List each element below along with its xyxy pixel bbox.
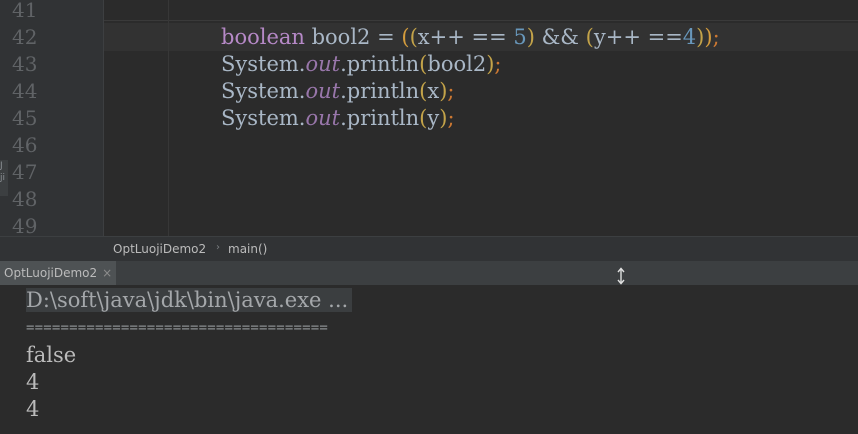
number-literal: 5 [513,25,527,49]
console-separator: =================================== [26,320,329,336]
run-console[interactable]: D:\soft\java\jdk\bin\java.exe ... ======… [0,285,858,434]
line-number: 45 [12,106,38,130]
code-method: .println [340,106,420,130]
line-number: 48 [12,187,38,211]
code-arg: y [427,106,440,130]
line-number: 41 [12,0,38,22]
semicolon: ; [494,52,502,76]
console-output-line: false [26,343,77,367]
code-line-42[interactable]: boolean bool2 = ((x++ == 5) && (y++ ==4)… [221,24,720,51]
breadcrumb-method[interactable]: main() [228,242,267,256]
code-line-44[interactable]: System.out.println(x); [221,78,455,105]
close-icon[interactable]: × [102,266,112,280]
line-number: 44 [12,79,38,103]
code-system: System. [221,79,306,103]
code-arg: bool2 [427,52,487,76]
run-tab[interactable]: OptLuojiDemo2 × [0,261,117,285]
number-literal: 4 [682,25,697,49]
paren-close-outer: ) [704,25,713,49]
code-arg: x [427,79,440,103]
code-var-decl: bool2 = [304,25,402,49]
breadcrumb: OptLuojiDemo2 › main() [0,236,858,262]
code-system: System. [221,106,306,130]
resize-cursor-icon [617,267,625,285]
console-command[interactable]: D:\soft\java\jdk\bin\java.exe ... [26,288,353,312]
line-number: 47 [12,160,38,184]
editor-top-divider [104,0,858,21]
semicolon: ; [447,79,455,103]
code-and-operator: && [534,25,586,49]
code-method: .println [340,52,420,76]
code-method: .println [340,79,420,103]
code-system: System. [221,52,306,76]
paren-open-inner: ( [409,25,418,49]
run-tab-label: OptLuojiDemo2 [4,266,98,280]
side-stub-label-1: J [0,161,3,171]
indent-guide [168,0,169,236]
paren-close-inner: ) [526,25,535,49]
line-number: 43 [12,52,38,76]
semicolon: ; [712,25,720,49]
code-field-out: out [305,79,341,103]
breadcrumb-separator-icon: › [216,242,220,253]
code-expr-x: x++ == [417,25,514,49]
code-field-out: out [305,52,341,76]
line-number: 42 [12,25,38,49]
breadcrumb-class[interactable]: OptLuojiDemo2 [113,242,206,256]
gutter-divider [103,0,104,236]
console-output-line: 4 [26,370,40,394]
code-line-45[interactable]: System.out.println(y); [221,105,455,132]
keyword-boolean: boolean [221,25,305,49]
line-number: 46 [12,133,38,157]
run-tool-window-header: OptLuojiDemo2 × [0,261,858,286]
console-output-line: 4 [26,397,40,421]
code-line-43[interactable]: System.out.println(bool2); [221,51,501,78]
code-expr-y: y++ == [593,25,683,49]
side-panel-stub[interactable]: J ji [0,160,8,196]
side-stub-label-2: ji [0,173,6,183]
paren-open-outer: ( [401,25,410,49]
console-command-line: D:\soft\java\jdk\bin\java.exe ... [26,287,353,314]
code-editor[interactable]: J ji 41 42 43 44 45 46 47 48 49 boolean … [0,0,858,238]
paren-open-inner: ( [585,25,594,49]
semicolon: ; [447,106,455,130]
code-field-out: out [305,106,341,130]
